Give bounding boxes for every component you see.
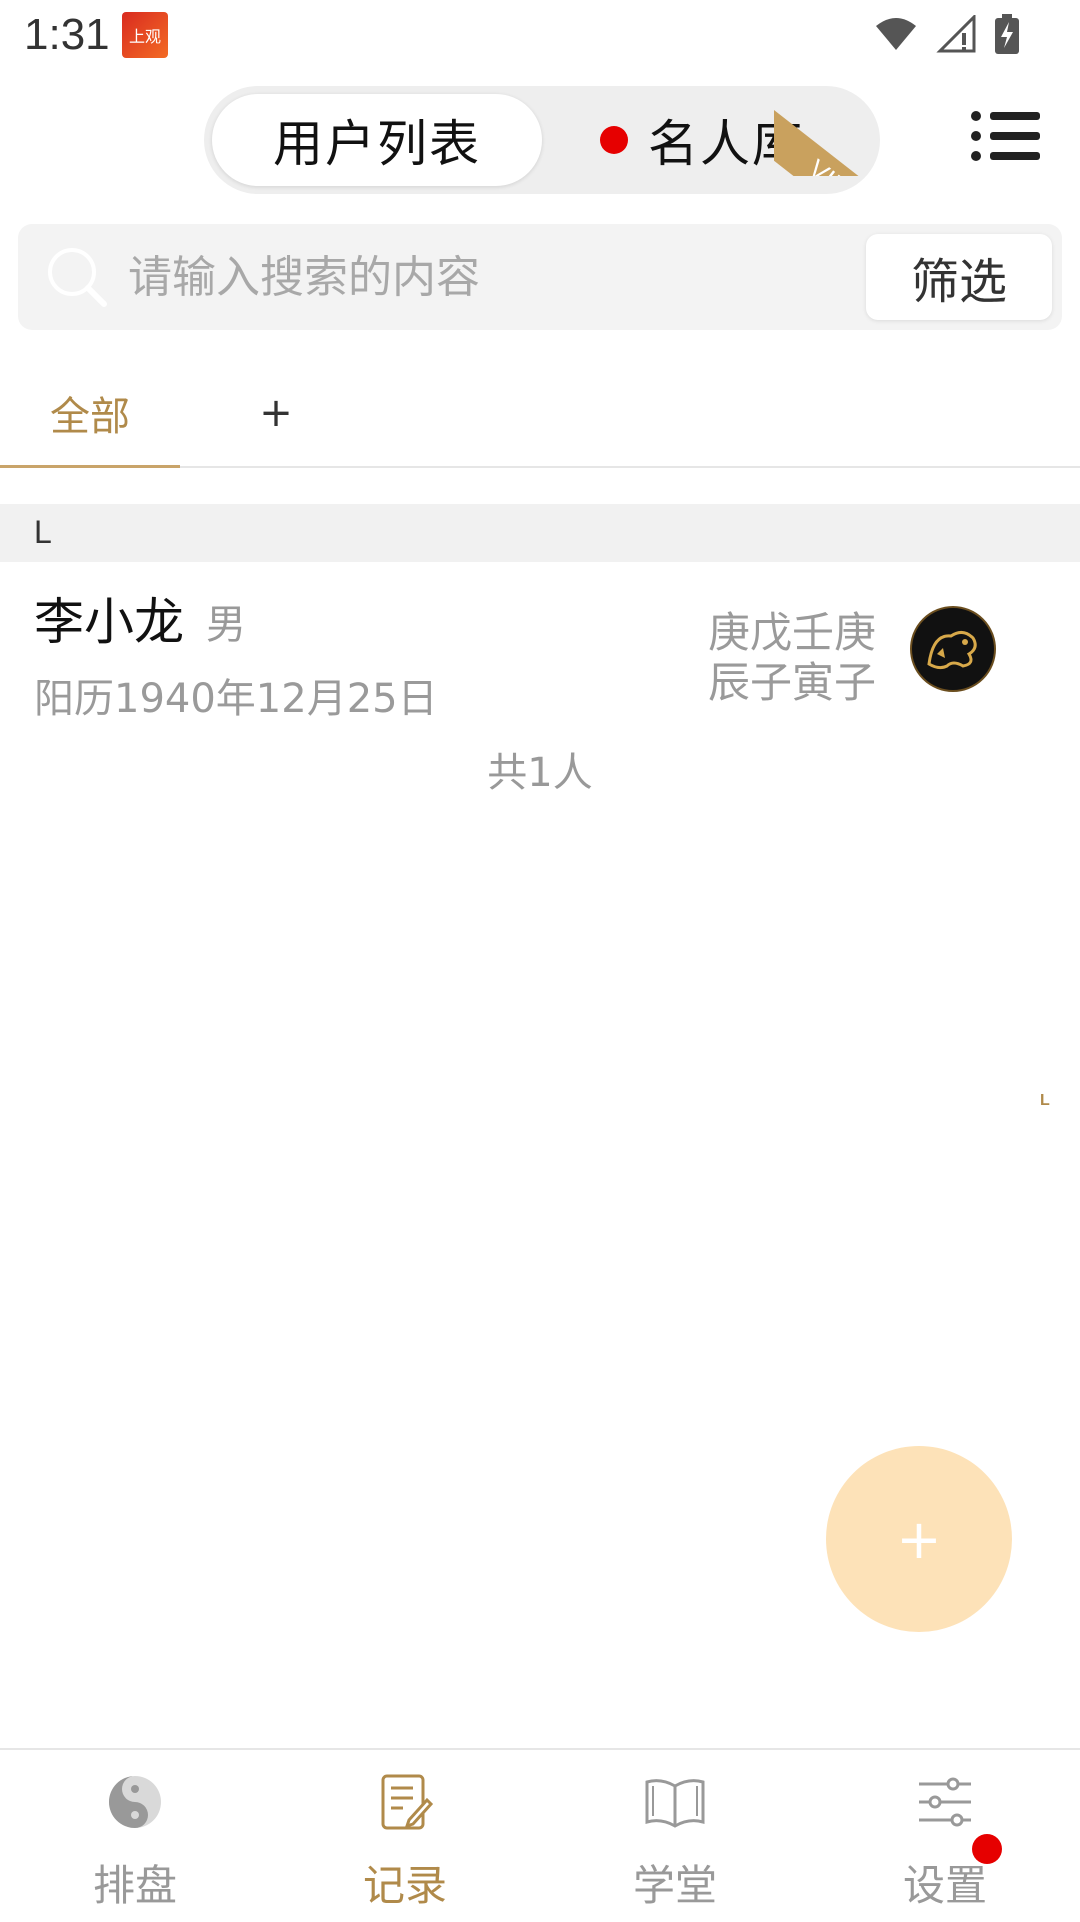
list-item[interactable]: 李小龙 男 阳历1940年12月25日 庚戊壬庚 辰子寅子 — [0, 562, 1080, 732]
total-count: 共1人 — [487, 750, 593, 796]
nav-item-school[interactable]: 学堂 — [540, 1750, 810, 1922]
nav-item-records[interactable]: 记录 — [270, 1750, 540, 1922]
status-bar: 1:31 上观 — [0, 0, 1080, 70]
nav-label-records: 记录 — [362, 1861, 447, 1910]
record-name: 李小龙 — [34, 593, 184, 651]
vip-ribbon: VIP — [774, 80, 888, 176]
cellular-signal-icon — [936, 15, 976, 53]
filter-button[interactable]: 筛选 — [866, 234, 1052, 320]
dragon-icon — [927, 631, 977, 670]
notepad-icon — [381, 1774, 434, 1830]
tab-all-underline — [0, 465, 180, 468]
nav-label-school: 学堂 — [632, 1861, 717, 1910]
search-icon — [48, 248, 107, 307]
sliders-icon — [919, 1777, 971, 1827]
tab-all[interactable]: 全部 — [0, 358, 180, 468]
new-indicator-dot — [600, 126, 628, 154]
add-record-button[interactable]: + — [826, 1446, 1012, 1632]
index-letter[interactable]: L — [1040, 1092, 1050, 1110]
category-tabs: 全部 + — [0, 358, 1080, 468]
nav-item-settings[interactable]: 设置 — [810, 1750, 1080, 1922]
bazi-stems: 庚戊壬庚 — [708, 608, 877, 657]
section-header: L — [0, 504, 1080, 562]
vip-label: VIP — [774, 110, 888, 176]
record-gender: 男 — [206, 602, 246, 648]
tab-user-list[interactable]: 用户列表 — [212, 94, 542, 186]
status-icons — [874, 14, 1020, 54]
nav-label-paipan: 排盘 — [92, 1861, 177, 1910]
avatar — [910, 606, 996, 692]
nav-item-paipan[interactable]: 排盘 — [0, 1750, 270, 1922]
nav-label-settings: 设置 — [902, 1861, 987, 1910]
wifi-icon — [876, 18, 916, 50]
search-bar: 筛选 — [18, 224, 1062, 330]
header: 用户列表 名人库 VIP — [0, 80, 1080, 200]
record-birth-date: 阳历1940年12月25日 — [34, 676, 438, 722]
search-input[interactable] — [126, 244, 826, 310]
bazi-branches: 辰子寅子 — [708, 658, 877, 707]
fab-plus: + — [896, 1507, 942, 1571]
add-category-button[interactable]: + — [246, 358, 306, 468]
record-bazi: 庚戊壬庚 辰子寅子 — [708, 608, 888, 708]
yin-yang-icon — [109, 1776, 161, 1828]
status-time: 1:31 — [24, 10, 110, 59]
app-notification-icon: 上观 — [122, 12, 168, 58]
list-menu-icon[interactable] — [970, 108, 1040, 164]
book-icon — [645, 1779, 705, 1828]
battery-charging-icon — [995, 14, 1019, 54]
section-letter: L — [34, 514, 52, 550]
bottom-nav: 排盘 记录 学堂 设置 — [0, 1748, 1080, 1920]
app-icon-text: 上观 — [128, 27, 161, 46]
